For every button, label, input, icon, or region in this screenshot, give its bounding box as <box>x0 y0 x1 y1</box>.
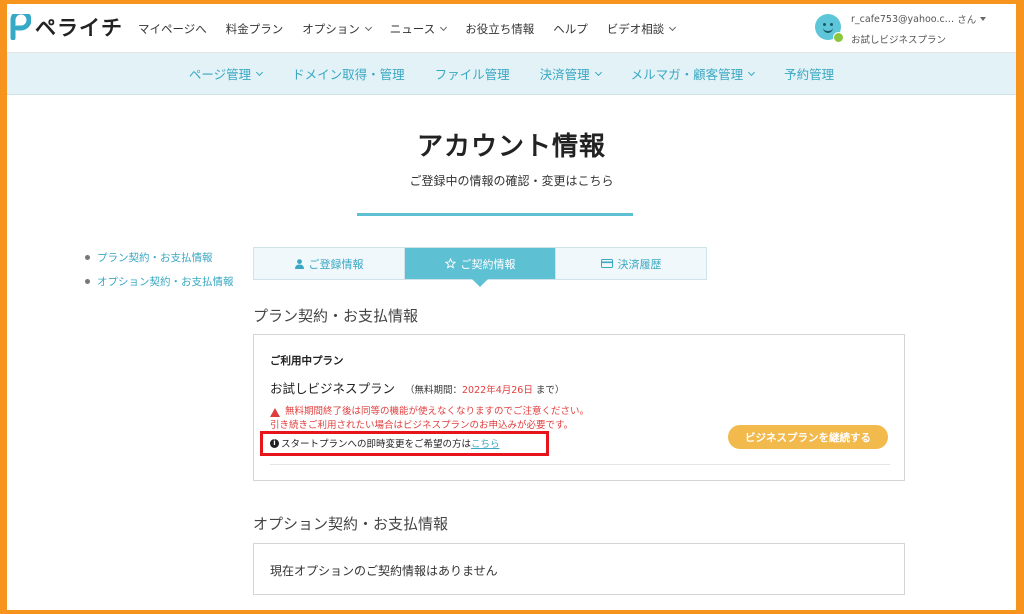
brand-name: ペライチ <box>35 16 123 40</box>
topnav-item-pricing[interactable]: 料金プラン <box>226 21 284 37</box>
option-info-box: 現在オプションのご契約情報はありません <box>253 543 905 595</box>
topnav-item-options[interactable]: オプション <box>302 21 372 37</box>
period-suffix: まで） <box>535 385 565 396</box>
option-section-title: オプション契約・お支払情報 <box>253 515 449 533</box>
topnav-label: ビデオ相談 <box>606 21 665 36</box>
avatar-mouth <box>823 28 833 33</box>
plan-info-box: ご利用中プラン お試しビジネスプラン （無料期間：2022年4月26日 まで） … <box>253 334 905 481</box>
peraichi-logo-icon <box>10 14 31 40</box>
plan-section-title: プラン契約・お支払情報 <box>253 307 419 325</box>
user-info: r_cafe753@yahoo.c… さん お試しビジネスプラン <box>851 12 987 46</box>
plan-name-row: お試しビジネスプラン （無料期間：2022年4月26日 まで） <box>270 378 564 397</box>
user-icon <box>294 258 304 269</box>
card-icon <box>600 259 613 268</box>
subnav-label: 決済管理 <box>539 67 590 82</box>
user-menu[interactable]: r_cafe753@yahoo.c… さん お試しビジネスプラン <box>815 12 987 46</box>
subnav-item-page-management[interactable]: ページ管理 <box>188 64 264 83</box>
brand-logo[interactable]: ペライチ <box>9 12 123 42</box>
tab-label: ご登録情報 <box>308 257 364 271</box>
topnav-item-news[interactable]: ニュース <box>389 21 448 37</box>
tab-payment-history[interactable]: 決済履歴 <box>556 248 706 279</box>
continue-business-plan-button[interactable]: ビジネスプランを継続する <box>728 425 888 449</box>
top-navigation: ペライチ マイページへ 料金プラン オプション ニュース お役立ち情報 ヘルプ … <box>7 4 1016 53</box>
bullet-icon <box>85 255 90 260</box>
top-menu: マイページへ 料金プラン オプション ニュース お役立ち情報 ヘルプ ビデオ相談 <box>138 4 694 53</box>
warning-message: 無料期間終了後は同等の機能が使えなくなりますのでご注意ください。 引き続きご利用… <box>270 405 589 433</box>
user-suffix: さん <box>957 15 977 26</box>
plan-name: お試しビジネスプラン <box>270 381 396 396</box>
tab-label: ご契約情報 <box>460 257 516 271</box>
topnav-label: ヘルプ <box>553 21 588 36</box>
chevron-down-icon <box>256 68 264 76</box>
subnav-item-files[interactable]: ファイル管理 <box>435 64 510 83</box>
no-option-message: 現在オプションのご契約情報はありません <box>270 564 498 578</box>
avatar-eye <box>830 23 833 26</box>
subnav-label: ファイル管理 <box>434 67 510 82</box>
chevron-down-icon <box>440 23 448 31</box>
topnav-label: ニュース <box>389 21 436 36</box>
star-icon <box>444 258 456 269</box>
sub-navigation: ページ管理 ドメイン取得・管理 ファイル管理 決済管理 メルマガ・顧客管理 予約… <box>7 53 1016 95</box>
free-period: （無料期間：2022年4月26日 まで） <box>405 385 564 396</box>
topnav-label: 料金プラン <box>225 21 284 36</box>
period-prefix: （無料期間： <box>405 385 463 396</box>
side-link-label: プラン契約・お支払情報 <box>97 252 213 264</box>
side-links: プラン契約・お支払情報 オプション契約・お支払情報 <box>85 250 234 298</box>
current-plan-label: ご利用中プラン <box>270 355 344 367</box>
subnav-item-mailmag[interactable]: メルマガ・顧客管理 <box>630 64 756 83</box>
user-email-row: r_cafe753@yahoo.c… さん <box>851 12 987 26</box>
chevron-down-icon <box>364 23 372 31</box>
topnav-item-help[interactable]: ヘルプ <box>553 21 588 37</box>
verified-check-icon <box>833 32 844 43</box>
page-title: アカウント情報 <box>416 132 606 162</box>
topnav-label: マイページへ <box>138 21 207 36</box>
side-link-label: オプション契約・お支払情報 <box>97 276 234 288</box>
page-subtitle: ご登録中の情報の確認・変更はこちら <box>409 174 614 188</box>
account-tabs: ご登録情報 ご契約情報 決済履歴 <box>253 247 707 287</box>
highlight-annotation <box>260 431 549 456</box>
topnav-item-tips[interactable]: お役立ち情報 <box>465 21 534 37</box>
avatar-eye <box>823 23 826 26</box>
subnav-item-payments[interactable]: 決済管理 <box>539 64 602 83</box>
subnav-label: ページ管理 <box>188 67 252 82</box>
side-link-option[interactable]: オプション契約・お支払情報 <box>85 274 234 289</box>
title-underline <box>357 213 633 216</box>
subnav-label: 予約管理 <box>784 67 835 82</box>
caret-down-icon <box>980 17 987 21</box>
subnav-item-reservations[interactable]: 予約管理 <box>784 64 834 83</box>
browser-frame: ペライチ マイページへ 料金プラン オプション ニュース お役立ち情報 ヘルプ … <box>7 4 1016 610</box>
chevron-down-icon <box>669 23 677 31</box>
avatar <box>815 14 844 43</box>
topnav-item-video-consult[interactable]: ビデオ相談 <box>606 21 677 37</box>
warning-row: 無料期間終了後は同等の機能が使えなくなりますのでご注意ください。 <box>270 405 589 419</box>
tab-label: 決済履歴 <box>617 257 662 271</box>
side-link-plan[interactable]: プラン契約・お支払情報 <box>85 250 234 265</box>
chevron-down-icon <box>594 68 602 76</box>
divider <box>270 464 890 465</box>
warning-line: 無料期間終了後は同等の機能が使えなくなりますのでご注意ください。 <box>285 406 590 417</box>
bullet-icon <box>85 279 90 284</box>
subnav-item-domain[interactable]: ドメイン取得・管理 <box>292 64 405 83</box>
topnav-label: オプション <box>302 21 360 36</box>
chevron-down-icon <box>748 68 756 76</box>
user-plan: お試しビジネスプラン <box>851 35 947 46</box>
warning-icon <box>270 407 280 417</box>
period-date: 2022年4月26日 <box>462 385 533 396</box>
topnav-item-mypage[interactable]: マイページへ <box>138 21 207 37</box>
tab-registration[interactable]: ご登録情報 <box>254 248 405 279</box>
subnav-label: ドメイン取得・管理 <box>292 67 405 82</box>
topnav-label: お役立ち情報 <box>465 21 535 36</box>
user-email: r_cafe753@yahoo.c… <box>851 13 955 25</box>
tab-contract[interactable]: ご契約情報 <box>405 248 556 287</box>
subnav-label: メルマガ・顧客管理 <box>630 67 744 82</box>
